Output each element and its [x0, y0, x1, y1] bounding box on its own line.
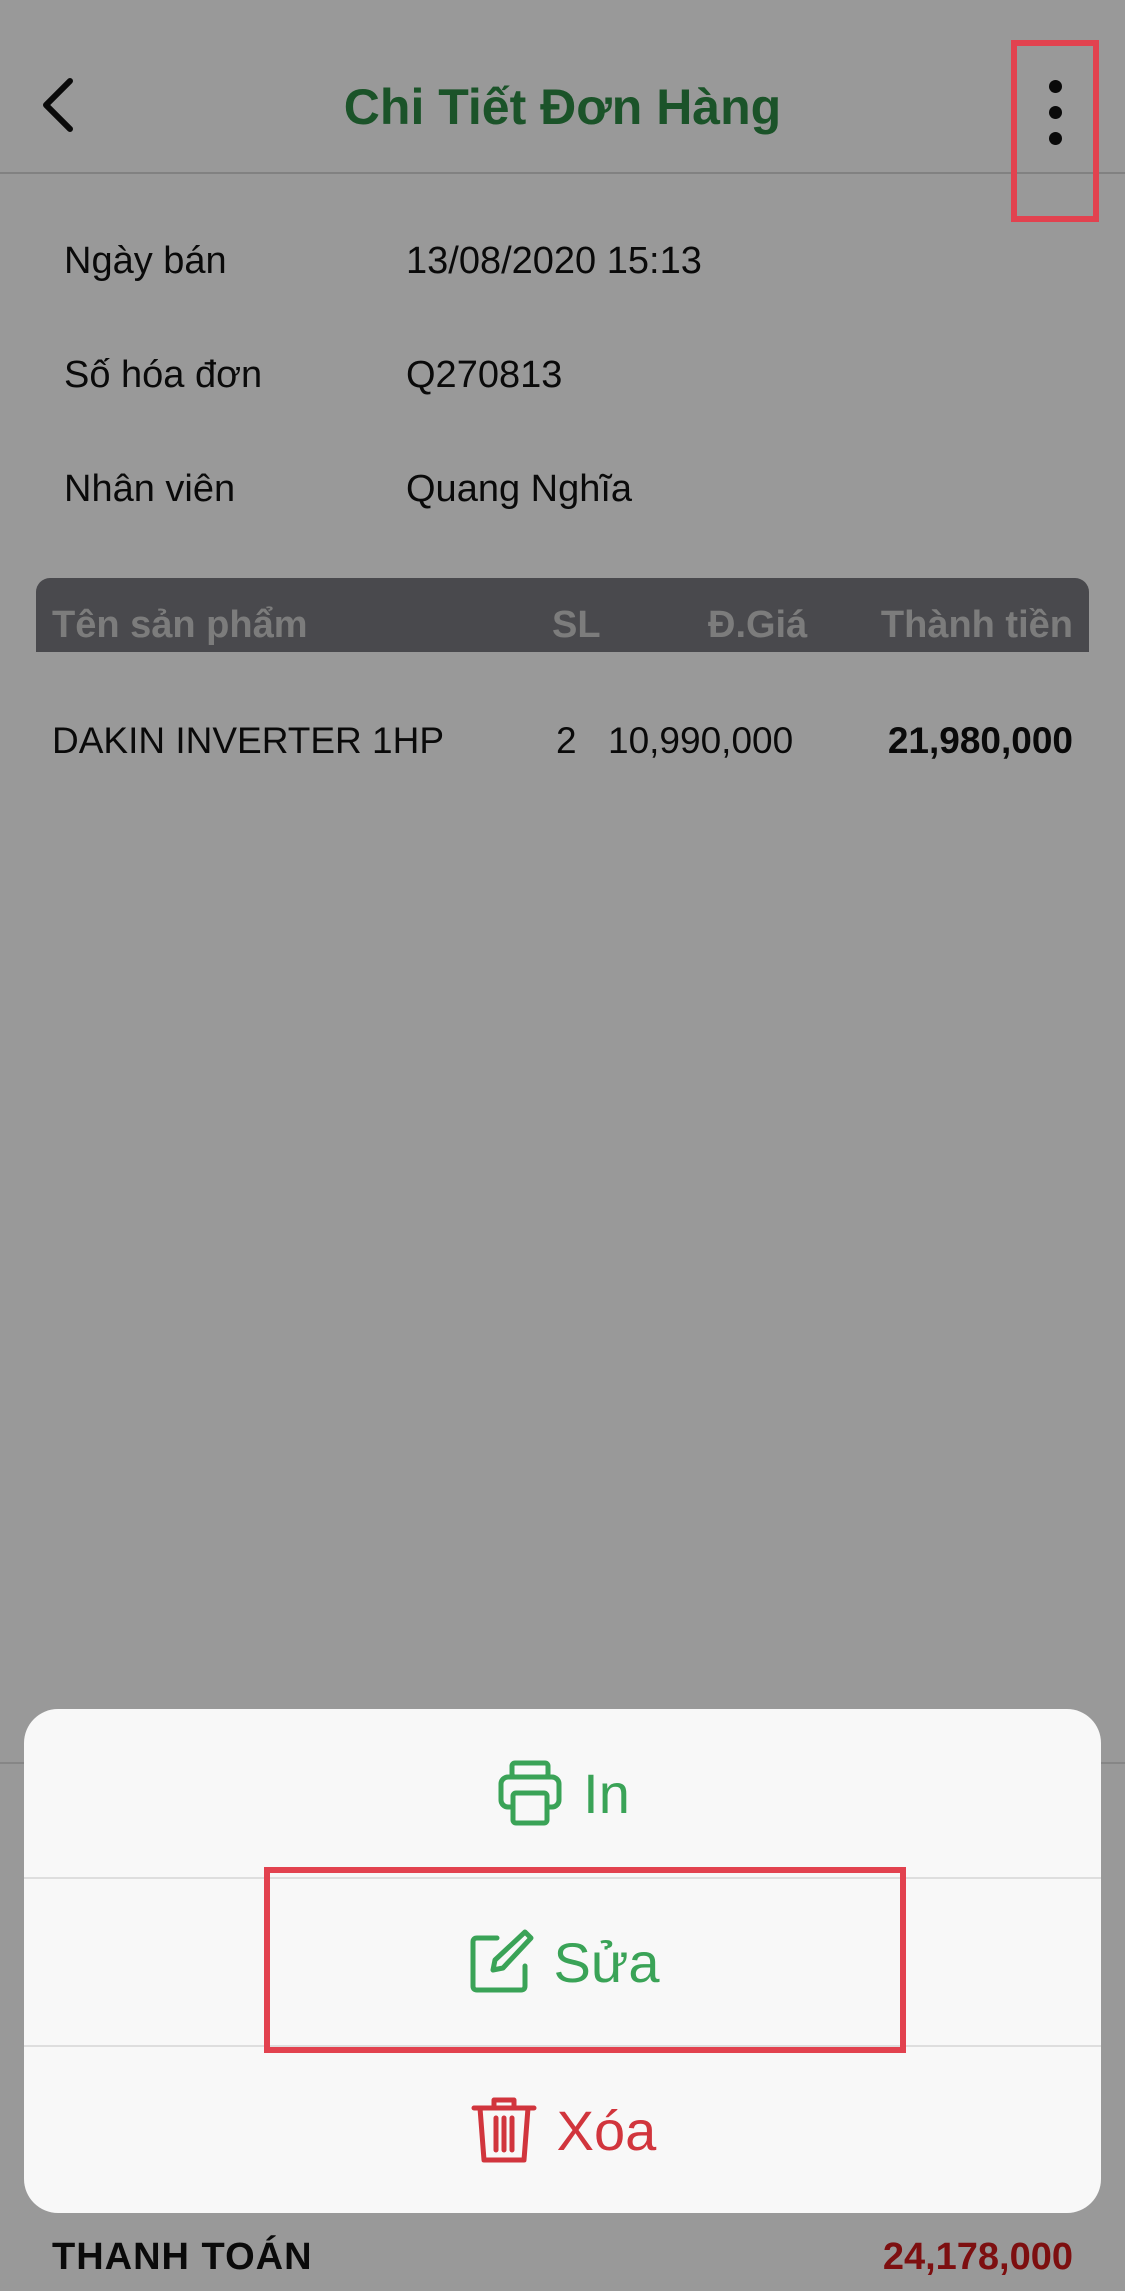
delete-button[interactable]: Xóa — [24, 2045, 1101, 2213]
print-label: In — [583, 1761, 630, 1825]
printer-icon — [495, 1758, 565, 1828]
highlight-edit-button — [264, 1867, 906, 2053]
delete-label: Xóa — [556, 2098, 657, 2162]
trash-icon — [469, 2095, 539, 2165]
highlight-more-button — [1011, 40, 1099, 222]
print-button[interactable]: In — [24, 1709, 1101, 1877]
